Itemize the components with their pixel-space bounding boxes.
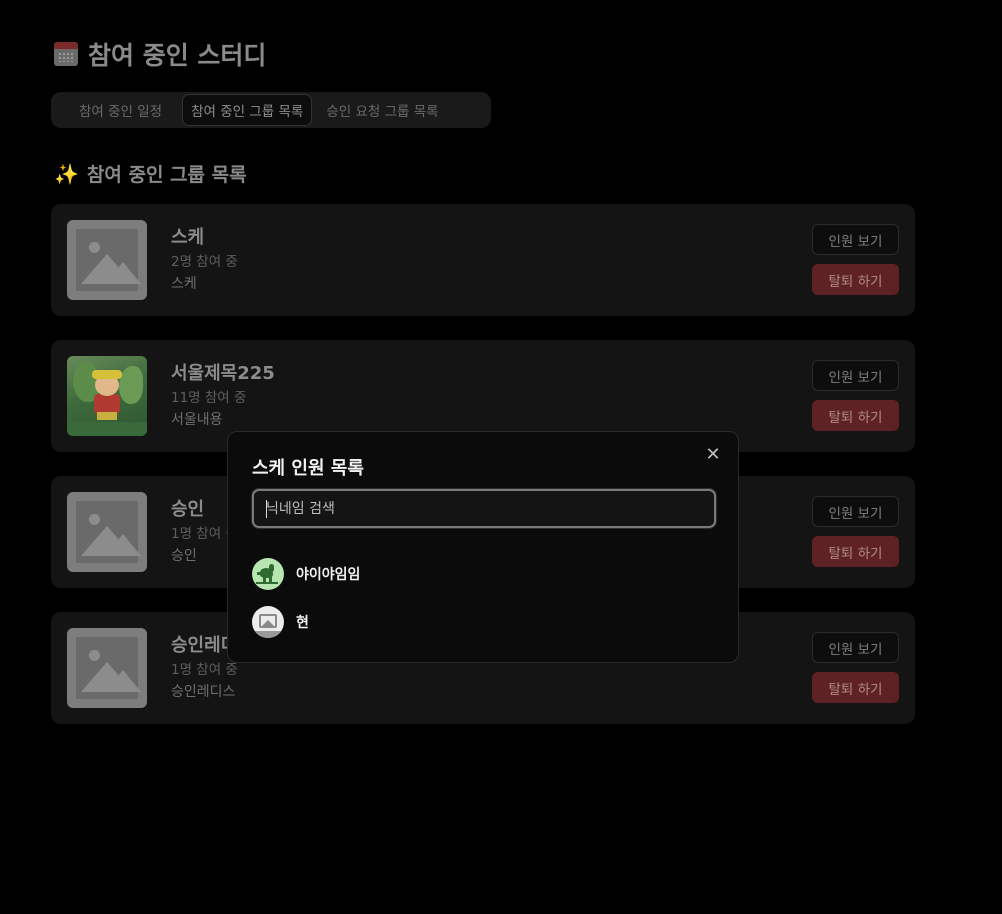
text-cursor [266, 500, 267, 518]
leave-group-button[interactable]: 탈퇴 하기 [812, 536, 899, 567]
group-info: 서울제목225 11명 참여 중 서울내용 [171, 362, 275, 431]
member-list-item[interactable]: 현 [252, 606, 309, 638]
view-members-button[interactable]: 인원 보기 [812, 360, 899, 391]
sparkles-icon: ✨ [54, 161, 79, 186]
section-title: ✨ 참여 중인 그룹 목록 [54, 160, 247, 187]
tab-group-list[interactable]: 참여 중인 그룹 목록 [182, 94, 313, 126]
leave-group-button[interactable]: 탈퇴 하기 [812, 264, 899, 295]
modal-title: 스케 인원 목록 [252, 458, 364, 479]
group-info: 스케 2명 참여 중 스케 [171, 226, 238, 295]
group-description: 서울내용 [171, 412, 223, 428]
view-members-button[interactable]: 인원 보기 [812, 224, 899, 255]
search-box [252, 489, 716, 528]
placeholder-image [67, 220, 147, 300]
tab-bar: 참여 중인 일정 참여 중인 그룹 목록 승인 요청 그룹 목록 [51, 92, 491, 128]
dinosaur-avatar [252, 558, 284, 590]
section-title-text: 참여 중인 그룹 목록 [86, 164, 247, 186]
view-members-button[interactable]: 인원 보기 [812, 496, 899, 527]
page-title-text: 참여 중인 스터디 [88, 41, 267, 70]
member-name: 야이야임임 [296, 567, 361, 583]
group-card: 스케 2명 참여 중 스케 인원 보기 탈퇴 하기 [51, 204, 915, 316]
group-description: 승인레디스 [171, 684, 236, 700]
close-icon[interactable]: ✕ [704, 446, 722, 464]
group-title: 서울제목225 [171, 363, 275, 384]
members-modal: 스케 인원 목록 ✕ 야이야임임 현 [227, 431, 739, 663]
tab-schedule[interactable]: 참여 중인 일정 [71, 95, 170, 125]
view-members-button[interactable]: 인원 보기 [812, 632, 899, 663]
group-title: 스케 [171, 227, 205, 248]
cartoon-character-image [67, 356, 147, 436]
leave-group-button[interactable]: 탈퇴 하기 [812, 400, 899, 431]
nickname-search-input[interactable] [254, 491, 714, 526]
tab-pending-groups[interactable]: 승인 요청 그룹 목록 [318, 95, 446, 125]
group-member-count: 2명 참여 중 [171, 254, 238, 270]
placeholder-image [67, 492, 147, 572]
group-description: 스케 [171, 276, 197, 292]
member-list-item[interactable]: 야이야임임 [252, 558, 360, 590]
placeholder-image [67, 628, 147, 708]
member-name: 현 [296, 615, 309, 631]
page-title: 참여 중인 스터디 [54, 36, 266, 72]
group-member-count: 11명 참여 중 [171, 390, 247, 406]
placeholder-image-avatar [252, 606, 284, 638]
calendar-icon [54, 42, 78, 66]
leave-group-button[interactable]: 탈퇴 하기 [812, 672, 899, 703]
